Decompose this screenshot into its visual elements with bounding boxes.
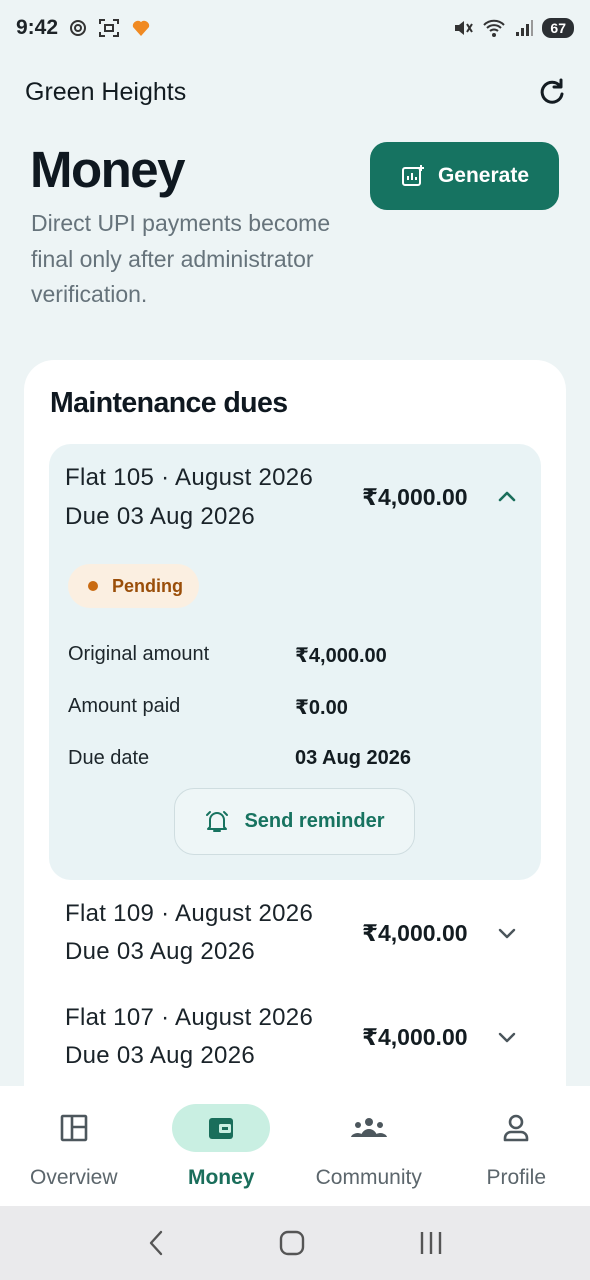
due-title: Flat 107 · August 2026 [65, 1004, 314, 1031]
due-item-collapsed[interactable]: Flat 109 · August 2026 Due 03 Aug 2026 ₹… [65, 900, 545, 980]
overview-icon [60, 1114, 88, 1142]
due-date-line: Due 03 Aug 2026 [65, 503, 255, 530]
chevron-down-icon[interactable] [495, 921, 519, 945]
status-dot [88, 581, 98, 591]
nav-icon-container [25, 1104, 123, 1152]
app-heart-icon [132, 20, 150, 36]
nav-label: Money [187, 1166, 255, 1189]
app-header: Green Heights [25, 72, 570, 112]
status-time: 9:42 [16, 16, 59, 39]
detail-label-due-date: Due date [68, 747, 150, 769]
nav-label: Community [315, 1166, 422, 1189]
chevron-down-icon[interactable] [495, 1025, 519, 1049]
chevron-up-icon[interactable] [495, 484, 519, 508]
back-icon[interactable] [144, 1228, 168, 1258]
send-reminder-button[interactable]: Send reminder [174, 788, 415, 855]
nav-label: Profile [486, 1166, 547, 1189]
screen-capture-icon [99, 19, 120, 37]
mute-icon [455, 21, 474, 35]
bell-icon [206, 810, 229, 832]
detail-label-original: Original amount [68, 643, 210, 665]
due-amount: ₹4,000.00 [362, 920, 468, 946]
recents-icon[interactable] [416, 1228, 446, 1258]
nav-icon-container [467, 1104, 565, 1152]
due-item-collapsed[interactable]: Flat 107 · August 2026 Due 03 Aug 2026 ₹… [65, 1004, 545, 1084]
system-navigation-bar [0, 1206, 590, 1280]
generate-label: Generate [437, 164, 530, 187]
due-title: Flat 109 · August 2026 [65, 900, 314, 927]
detail-value-paid: ₹0.00 [295, 697, 348, 719]
bottom-navigation: Overview Money Community Profile [0, 1086, 590, 1206]
send-reminder-label: Send reminder [244, 810, 385, 832]
due-date-line: Due 03 Aug 2026 [65, 1042, 255, 1069]
status-label: Pending [112, 575, 183, 596]
nav-item-profile[interactable]: Profile [443, 1086, 590, 1206]
generate-button[interactable]: Generate [370, 142, 559, 210]
nav-item-community[interactable]: Community [295, 1086, 443, 1206]
community-icon [350, 1118, 387, 1137]
due-amount: ₹4,000.00 [362, 484, 468, 510]
due-title: Flat 105 · August 2026 [65, 464, 314, 491]
page-subtitle: Direct UPI payments become final only af… [31, 210, 331, 307]
generate-bill-icon [401, 165, 424, 186]
nav-item-money[interactable]: Money [148, 1086, 296, 1206]
detail-value-due-date: 03 Aug 2026 [295, 747, 411, 769]
home-icon[interactable] [277, 1228, 307, 1258]
maintenance-dues-card: Maintenance dues Flat 105 · August 2026 … [24, 360, 566, 1120]
refresh-button[interactable] [534, 74, 570, 110]
battery-indicator: 67 [542, 18, 574, 38]
nav-label: Overview [29, 1166, 118, 1189]
section-title: Maintenance dues [50, 387, 288, 419]
nav-icon-container [320, 1104, 418, 1152]
nav-icon-container [172, 1104, 271, 1152]
due-date-line: Due 03 Aug 2026 [65, 938, 255, 965]
detail-value-original: ₹4,000.00 [295, 645, 387, 667]
society-name: Green Heights [25, 77, 187, 106]
nav-item-overview[interactable]: Overview [0, 1086, 148, 1206]
page-title: Money [30, 141, 186, 198]
chatgpt-icon [70, 20, 87, 36]
signal-icon [516, 20, 534, 36]
wallet-icon [209, 1118, 234, 1139]
due-amount: ₹4,000.00 [362, 1024, 468, 1050]
profile-icon [503, 1114, 529, 1142]
status-bar: 9:42 67 [0, 0, 590, 56]
status-badge: Pending [68, 564, 199, 608]
detail-label-paid: Amount paid [68, 695, 181, 717]
refresh-icon [540, 78, 564, 104]
due-item-expanded[interactable]: Flat 105 · August 2026 Due 03 Aug 2026 ₹… [49, 444, 541, 880]
wifi-icon [483, 19, 506, 37]
